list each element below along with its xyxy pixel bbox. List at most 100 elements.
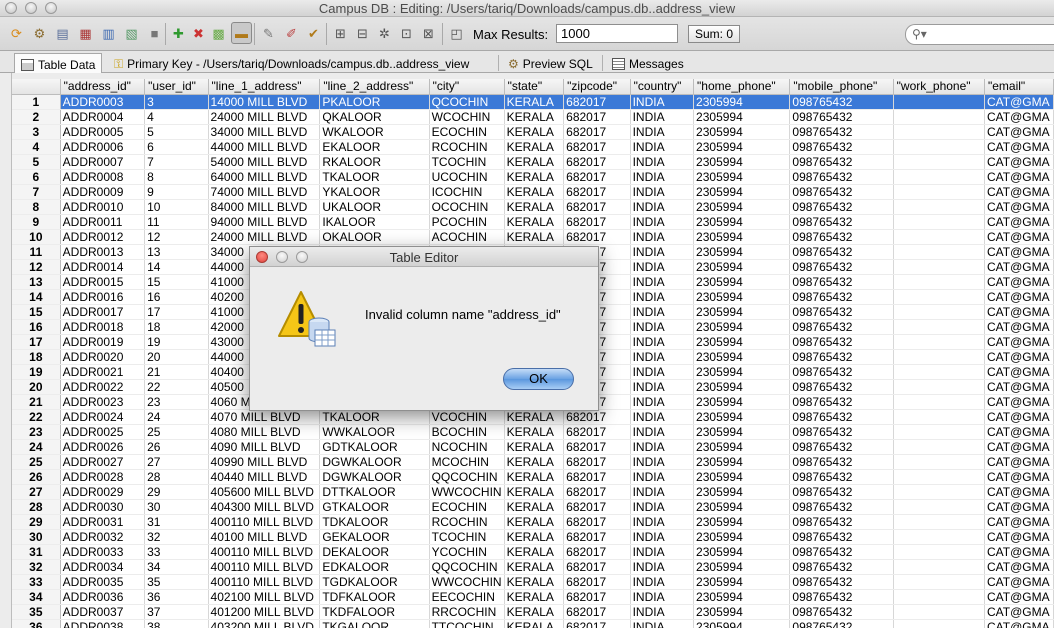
table-cell[interactable]: 2305994 xyxy=(693,109,791,125)
table-cell[interactable]: ACOCHIN xyxy=(429,229,505,245)
table-cell[interactable] xyxy=(893,94,986,110)
table-cell[interactable]: KERALA xyxy=(504,619,565,628)
table-cell[interactable]: ADDR0029 xyxy=(60,484,146,500)
table-cell[interactable]: INDIA xyxy=(630,544,695,560)
table-cell[interactable]: RKALOOR xyxy=(319,154,430,170)
table-cell[interactable]: 13 xyxy=(144,244,209,260)
tab-table-data[interactable]: Table Data xyxy=(14,53,103,73)
table-cell[interactable]: MCOCHIN xyxy=(429,454,505,470)
table-cell[interactable]: 098765432 xyxy=(789,184,894,200)
table-cell[interactable]: 5 xyxy=(144,124,209,140)
table-cell[interactable]: OCOCHIN xyxy=(429,199,505,215)
row-number[interactable]: 2 xyxy=(12,109,61,125)
table-cell[interactable]: 14 xyxy=(144,259,209,275)
table-cell[interactable]: 38 xyxy=(144,619,209,628)
table-cell[interactable]: PCOCHIN xyxy=(429,214,505,230)
table-cell[interactable]: 2305994 xyxy=(693,469,791,485)
table-cell[interactable] xyxy=(893,319,986,335)
add-row-icon[interactable]: ✚ xyxy=(170,25,187,42)
execute-icon[interactable]: ⚙ xyxy=(31,25,48,42)
table-cell[interactable]: 098765432 xyxy=(789,94,894,110)
table-cell[interactable]: 098765432 xyxy=(789,274,894,290)
table-cell[interactable]: ECOCHIN xyxy=(429,499,505,515)
table-cell[interactable]: KERALA xyxy=(504,574,565,590)
table-cell[interactable]: KERALA xyxy=(504,499,565,515)
table-cell[interactable]: 682017 xyxy=(563,589,631,605)
table-row[interactable]: 10 ADDR0012 12 24000 MILL BLVD OKALOOR ACOCHI… xyxy=(12,229,1054,245)
table-cell[interactable]: 682017 xyxy=(563,139,631,155)
row-number[interactable]: 30 xyxy=(12,529,61,545)
table-cell[interactable]: 098765432 xyxy=(789,124,894,140)
column-header[interactable]: "user_id" xyxy=(144,79,209,95)
table-cell[interactable]: IKALOOR xyxy=(319,214,430,230)
column-header[interactable]: "country" xyxy=(630,79,695,95)
table-cell[interactable]: 098765432 xyxy=(789,364,894,380)
table-row[interactable]: 26 ADDR0028 28 40440 MILL BLVD DGWKALOOR QQCO… xyxy=(12,469,1054,485)
table-cell[interactable]: INDIA xyxy=(630,409,695,425)
table-cell[interactable]: 32 xyxy=(144,529,209,545)
table-cell[interactable]: EKALOOR xyxy=(319,139,430,155)
table-cell[interactable]: 2305994 xyxy=(693,304,791,320)
table-cell[interactable]: 098765432 xyxy=(789,589,894,605)
table-cell[interactable]: ADDR0003 xyxy=(60,94,146,110)
table-cell[interactable]: INDIA xyxy=(630,169,695,185)
table-cell[interactable]: 40440 MILL BLVD xyxy=(208,469,321,485)
row-number[interactable]: 34 xyxy=(12,589,61,605)
table-cell[interactable]: 84000 MILL BLVD xyxy=(208,199,321,215)
table-cell[interactable]: 098765432 xyxy=(789,199,894,215)
table-cell[interactable]: 40100 MILL BLVD xyxy=(208,529,321,545)
table-cell[interactable]: INDIA xyxy=(630,214,695,230)
table-cell[interactable]: 682017 xyxy=(563,154,631,170)
table-cell[interactable]: TCOCHIN xyxy=(429,529,505,545)
row-number[interactable]: 5 xyxy=(12,154,61,170)
table-cell[interactable]: 400110 MILL BLVD xyxy=(208,574,321,590)
table-cell[interactable] xyxy=(893,304,986,320)
row-number[interactable]: 23 xyxy=(12,424,61,440)
table-cell[interactable]: 098765432 xyxy=(789,559,894,575)
row-number[interactable]: 33 xyxy=(12,574,61,590)
table-row[interactable]: 25 ADDR0027 27 40990 MILL BLVD DGWKALOOR MCOC… xyxy=(12,454,1054,470)
table-cell[interactable]: 19 xyxy=(144,334,209,350)
table-cell[interactable]: 098765432 xyxy=(789,349,894,365)
table-cell[interactable]: KERALA xyxy=(504,154,565,170)
table-cell[interactable]: 2305994 xyxy=(693,229,791,245)
table-cell[interactable]: INDIA xyxy=(630,304,695,320)
table-cell[interactable]: KERALA xyxy=(504,94,565,110)
table-cell[interactable]: ADDR0013 xyxy=(60,244,146,260)
table-cell[interactable]: CAT@GMA xyxy=(984,214,1054,230)
row-number[interactable]: 9 xyxy=(12,214,61,230)
table-cell[interactable]: INDIA xyxy=(630,109,695,125)
table-cell[interactable]: ADDR0026 xyxy=(60,439,146,455)
table-cell[interactable]: ADDR0020 xyxy=(60,349,146,365)
table-cell[interactable]: 403200 MILL BLVD xyxy=(208,619,321,628)
table-cell[interactable]: INDIA xyxy=(630,229,695,245)
table-row[interactable]: 3 ADDR0005 5 34000 MILL BLVD WKALOOR ECOCHIN K… xyxy=(12,124,1054,140)
table-cell[interactable]: 682017 xyxy=(563,229,631,245)
table-cell[interactable]: INDIA xyxy=(630,619,695,628)
table-cell[interactable]: CAT@GMA xyxy=(984,409,1054,425)
row-number[interactable]: 32 xyxy=(12,559,61,575)
row-number[interactable]: 22 xyxy=(12,409,61,425)
table-cell[interactable] xyxy=(893,529,986,545)
table-cell[interactable]: 44000 MILL BLVD xyxy=(208,139,321,155)
table-cell[interactable]: CAT@GMA xyxy=(984,139,1054,155)
table-cell[interactable]: ADDR0038 xyxy=(60,619,146,628)
table-cell[interactable]: ADDR0021 xyxy=(60,364,146,380)
table-cell[interactable]: KERALA xyxy=(504,199,565,215)
table-cell[interactable]: 2305994 xyxy=(693,379,791,395)
table-cell[interactable]: ADDR0037 xyxy=(60,604,146,620)
table-cell[interactable]: CAT@GMA xyxy=(984,604,1054,620)
table-cell[interactable]: 682017 xyxy=(563,199,631,215)
table-cell[interactable]: 682017 xyxy=(563,454,631,470)
table-cell[interactable]: ADDR0012 xyxy=(60,229,146,245)
table-cell[interactable]: ADDR0017 xyxy=(60,304,146,320)
table-cell[interactable]: PKALOOR xyxy=(319,94,430,110)
table-cell[interactable] xyxy=(893,184,986,200)
table-row[interactable]: 28 ADDR0030 30 404300 MILL BLVD GTKALOOR ECOC… xyxy=(12,499,1054,515)
table-cell[interactable]: CAT@GMA xyxy=(984,109,1054,125)
table-cell[interactable]: ADDR0007 xyxy=(60,154,146,170)
table-cell[interactable]: CAT@GMA xyxy=(984,229,1054,245)
table-cell[interactable]: 098765432 xyxy=(789,229,894,245)
column-header[interactable]: "home_phone" xyxy=(693,79,791,95)
table-cell[interactable]: 098765432 xyxy=(789,484,894,500)
